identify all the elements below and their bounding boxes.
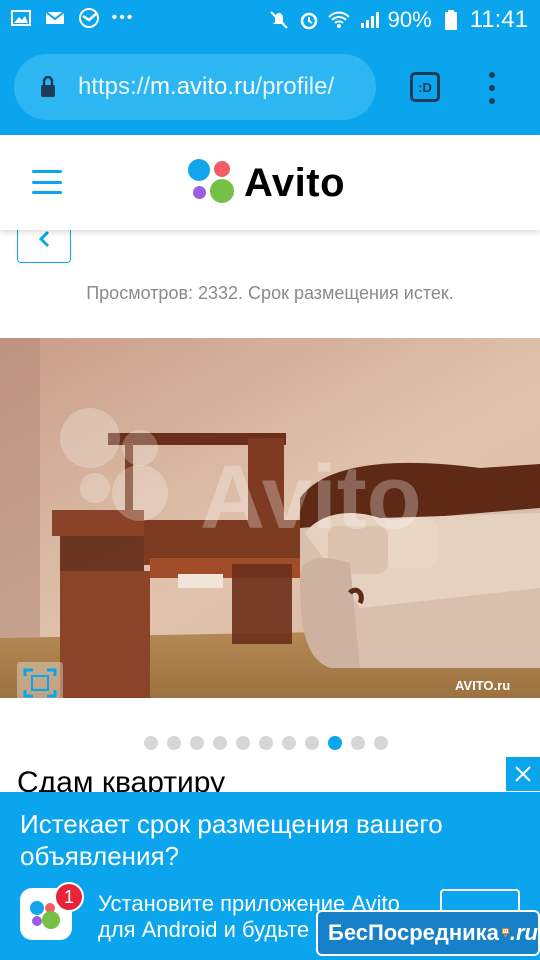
gallery-dot[interactable] — [351, 736, 365, 750]
mail-icon — [44, 8, 66, 28]
gallery-dot[interactable] — [374, 736, 388, 750]
bezposrednika-watermark: БесПосредника .ru — [316, 910, 540, 956]
watermark-suffix: .ru — [509, 920, 538, 945]
views-expired-text: Просмотров: 2332. Срок размещения истек. — [86, 283, 454, 303]
browser-menu-button[interactable] — [486, 72, 498, 104]
gallery-dot[interactable] — [190, 736, 204, 750]
gallery-dot[interactable] — [328, 736, 342, 750]
gallery-dot[interactable] — [305, 736, 319, 750]
url-bar[interactable]: https://m.avito.ru/profile/ — [14, 54, 376, 120]
logo-text: Avito — [244, 160, 346, 205]
clock: 11:41 — [469, 6, 528, 33]
gallery-dot[interactable] — [282, 736, 296, 750]
close-icon — [515, 766, 531, 782]
gallery-dot[interactable] — [213, 736, 227, 750]
mute-icon — [268, 10, 290, 30]
gallery-dot[interactable] — [144, 736, 158, 750]
room-photo: Avito AVITO.ru — [0, 338, 540, 698]
hamburger-menu-icon[interactable] — [32, 170, 62, 194]
gallery-icon — [10, 8, 32, 28]
more-notifications-icon: ••• — [111, 9, 135, 26]
expand-icon — [23, 668, 57, 698]
url-host: m.avito.ru — [150, 73, 256, 100]
listing-photo[interactable]: Avito AVITO.ru — [0, 338, 540, 698]
site-header: Avito — [0, 135, 540, 230]
chevron-left-icon — [38, 230, 50, 248]
photo-credit: AVITO.ru — [455, 678, 510, 693]
url-path: /profile/ — [255, 73, 335, 100]
avito-logo[interactable]: Avito — [188, 159, 345, 207]
status-bar: ••• 90% 11:41 — [0, 0, 540, 40]
lock-icon — [41, 76, 55, 97]
wifi-icon — [327, 10, 350, 30]
alarm-icon — [298, 10, 320, 30]
photo-watermark: Avito — [200, 448, 422, 548]
close-banner-button[interactable] — [506, 757, 540, 791]
browser-toolbar: https://m.avito.ru/profile/ — [0, 40, 540, 135]
watermark-text: БесПосредника — [328, 920, 499, 945]
banner-title: Истекает срок размещения вашего объявлен… — [20, 809, 443, 871]
avito-logo-dots — [188, 159, 236, 207]
gallery-dot[interactable] — [167, 736, 181, 750]
notification-badge: 1 — [54, 882, 84, 912]
url-text[interactable]: https://m.avito.ru/profile/ — [78, 73, 334, 101]
gallery-pagination[interactable] — [144, 736, 388, 750]
url-scheme: https:// — [78, 73, 151, 100]
battery-percent: 90% — [387, 7, 432, 32]
fullscreen-button[interactable] — [17, 662, 63, 704]
signal-icon — [358, 10, 380, 30]
gallery-dot[interactable] — [236, 736, 250, 750]
mascot-icon — [501, 928, 509, 938]
battery-icon — [440, 10, 462, 30]
bank-app-icon — [78, 8, 100, 28]
tab-switcher-button[interactable]: :D — [410, 72, 440, 102]
gallery-dot[interactable] — [259, 736, 273, 750]
